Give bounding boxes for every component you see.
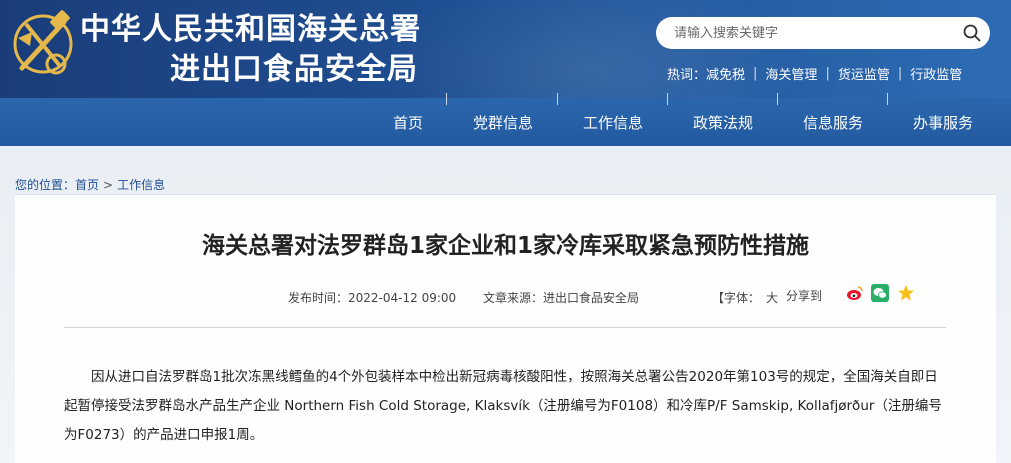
nav-divider <box>667 93 668 105</box>
nav-divider <box>446 93 447 105</box>
hot-word-link[interactable]: 行政监管 <box>910 64 962 83</box>
site-title-line2: 进出口食品安全局 <box>170 52 418 87</box>
article-divider <box>64 327 946 328</box>
nav-divider <box>557 93 558 105</box>
publish-time: 发布时间：2022-04-12 09:00 <box>288 289 456 306</box>
search-box <box>656 17 990 49</box>
hot-words: 热词： 减免税 | 海关管理 | 货运监管 | 行政监管 <box>667 64 962 83</box>
hot-word-link[interactable]: 海关管理 <box>765 64 817 83</box>
breadcrumb-work-info[interactable]: 工作信息 <box>117 178 165 192</box>
font-size-large-button[interactable]: 大 <box>766 291 778 305</box>
site-header: 中华人民共和国海关总署 进出口食品安全局 热词： 减免税 | 海关管理 | 货运… <box>0 0 1011 98</box>
wechat-share-icon[interactable] <box>871 284 889 302</box>
main-nav: 首页 党群信息 工作信息 政策法规 信息服务 办事服务 <box>0 93 1011 146</box>
publish-time-label: 发布时间： <box>288 291 349 305</box>
search-icon <box>963 24 981 42</box>
article-source-label: 文章来源： <box>483 291 544 305</box>
nav-item-policy[interactable]: 政策法规 <box>684 98 762 146</box>
qzone-share-icon[interactable] <box>897 284 915 302</box>
nav-item-business-service[interactable]: 办事服务 <box>904 98 982 146</box>
share-label: 分享到 <box>786 289 823 303</box>
separator: | <box>897 66 903 81</box>
nav-divider <box>777 93 778 105</box>
nav-item-info-service[interactable]: 信息服务 <box>794 98 872 146</box>
hot-words-label: 热词： <box>667 68 707 83</box>
nav-divider <box>887 93 888 105</box>
site-title-line1: 中华人民共和国海关总署 <box>80 12 421 47</box>
article-body: 因从进口自法罗群岛1批次冻黑线鳕鱼的4个外包装样本中检出新冠病毒核酸阳性，按照海… <box>64 363 946 450</box>
nav-item-work-info[interactable]: 工作信息 <box>574 98 652 146</box>
breadcrumb-home[interactable]: 首页 <box>75 178 99 192</box>
hot-word-link[interactable]: 货运监管 <box>838 64 890 83</box>
separator: | <box>753 66 758 81</box>
publish-time-value: 2022-04-12 09:00 <box>348 291 457 305</box>
font-size-control: 【字体： 大 <box>712 289 778 306</box>
search-button[interactable] <box>954 17 990 49</box>
breadcrumb-prefix: 您的位置： <box>15 178 76 192</box>
hot-word-link[interactable]: 减免税 <box>706 64 745 83</box>
article-source-value: 进出口食品安全局 <box>543 291 640 305</box>
customs-emblem-icon <box>13 10 73 75</box>
article-source: 文章来源：进出口食品安全局 <box>483 289 639 306</box>
breadcrumb: 您的位置：首页 > 工作信息 <box>15 176 165 193</box>
nav-item-home[interactable]: 首页 <box>381 98 435 146</box>
weibo-share-icon[interactable] <box>846 284 864 302</box>
breadcrumb-separator: > <box>103 178 114 192</box>
search-input[interactable] <box>674 25 954 41</box>
separator: | <box>825 66 830 81</box>
font-size-label: 【字体： <box>712 291 761 305</box>
nav-item-party[interactable]: 党群信息 <box>464 98 542 146</box>
site-title[interactable]: 中华人民共和国海关总署 进出口食品安全局 <box>80 10 421 90</box>
article-paragraph: 因从进口自法罗群岛1批次冻黑线鳕鱼的4个外包装样本中检出新冠病毒核酸阳性，按照海… <box>64 369 942 443</box>
article-title: 海关总署对法罗群岛1家企业和1家冷库采取紧急预防性措施 <box>201 233 809 259</box>
